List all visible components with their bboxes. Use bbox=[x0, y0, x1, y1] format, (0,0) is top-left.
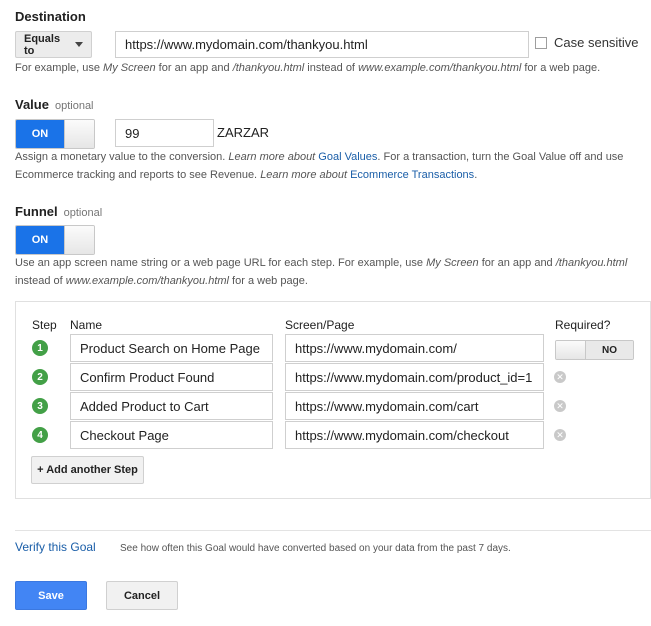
cancel-button[interactable]: Cancel bbox=[106, 581, 178, 610]
step-name-input[interactable]: Checkout Page bbox=[70, 421, 273, 449]
required-toggle[interactable]: NO bbox=[555, 340, 634, 360]
funnel-toggle[interactable]: ON bbox=[15, 225, 95, 255]
section-divider bbox=[15, 530, 651, 531]
step-name-input[interactable]: Confirm Product Found bbox=[70, 363, 273, 391]
value-toggle[interactable]: ON bbox=[15, 119, 95, 149]
currency-label: ZARZAR bbox=[217, 125, 269, 140]
toggle-knob bbox=[556, 341, 586, 359]
required-column-header: Required? bbox=[555, 318, 611, 332]
goal-values-link[interactable]: Goal Values bbox=[318, 151, 377, 163]
step-name-input[interactable]: Product Search on Home Page bbox=[70, 334, 273, 362]
step-number-badge: 3 bbox=[32, 398, 48, 414]
funnel-optional-label: optional bbox=[63, 207, 103, 219]
value-help-text: Assign a monetary value to the conversio… bbox=[15, 151, 624, 181]
funnel-title: Funnel optional bbox=[15, 204, 103, 219]
destination-help-text: For example, use My Screen for an app an… bbox=[15, 62, 601, 74]
step-name-input[interactable]: Added Product to Cart bbox=[70, 392, 273, 420]
step-page-input[interactable]: https://www.mydomain.com/ bbox=[285, 334, 544, 362]
value-amount-input[interactable]: 99 bbox=[115, 119, 214, 147]
remove-step-icon[interactable]: ✕ bbox=[554, 429, 566, 441]
required-toggle-label: NO bbox=[586, 341, 633, 359]
add-step-button[interactable]: + Add another Step bbox=[31, 456, 144, 484]
name-column-header: Name bbox=[70, 318, 103, 332]
value-toggle-on-label: ON bbox=[16, 120, 64, 148]
remove-step-icon[interactable]: ✕ bbox=[554, 400, 566, 412]
toggle-knob bbox=[64, 120, 94, 148]
case-sensitive-checkbox[interactable] bbox=[535, 37, 547, 49]
case-sensitive-label: Case sensitive bbox=[554, 35, 639, 50]
step-page-input[interactable]: https://www.mydomain.com/product_id=1 bbox=[285, 363, 544, 391]
ecommerce-transactions-link[interactable]: Ecommerce Transactions bbox=[350, 169, 474, 181]
verify-goal-link[interactable]: Verify this Goal bbox=[15, 540, 96, 554]
chevron-down-icon bbox=[75, 42, 83, 47]
value-title: Value optional bbox=[15, 97, 94, 112]
screen-page-column-header: Screen/Page bbox=[285, 318, 355, 332]
step-number-badge: 4 bbox=[32, 427, 48, 443]
destination-url-input[interactable]: https://www.mydomain.com/thankyou.html bbox=[115, 31, 529, 58]
remove-step-icon[interactable]: ✕ bbox=[554, 371, 566, 383]
verify-description: See how often this Goal would have conve… bbox=[120, 543, 511, 554]
save-button[interactable]: Save bbox=[15, 581, 87, 610]
match-type-label: Equals to bbox=[24, 32, 61, 57]
step-number-badge: 1 bbox=[32, 340, 48, 356]
funnel-help-text: Use an app screen name string or a web p… bbox=[15, 257, 628, 287]
step-page-input[interactable]: https://www.mydomain.com/cart bbox=[285, 392, 544, 420]
toggle-knob bbox=[64, 226, 94, 254]
step-page-input[interactable]: https://www.mydomain.com/checkout bbox=[285, 421, 544, 449]
match-type-dropdown[interactable]: Equals to bbox=[15, 31, 92, 58]
destination-title: Destination bbox=[15, 9, 86, 24]
step-column-header: Step bbox=[32, 318, 57, 332]
step-number-badge: 2 bbox=[32, 369, 48, 385]
value-optional-label: optional bbox=[54, 100, 94, 112]
funnel-toggle-on-label: ON bbox=[16, 226, 64, 254]
